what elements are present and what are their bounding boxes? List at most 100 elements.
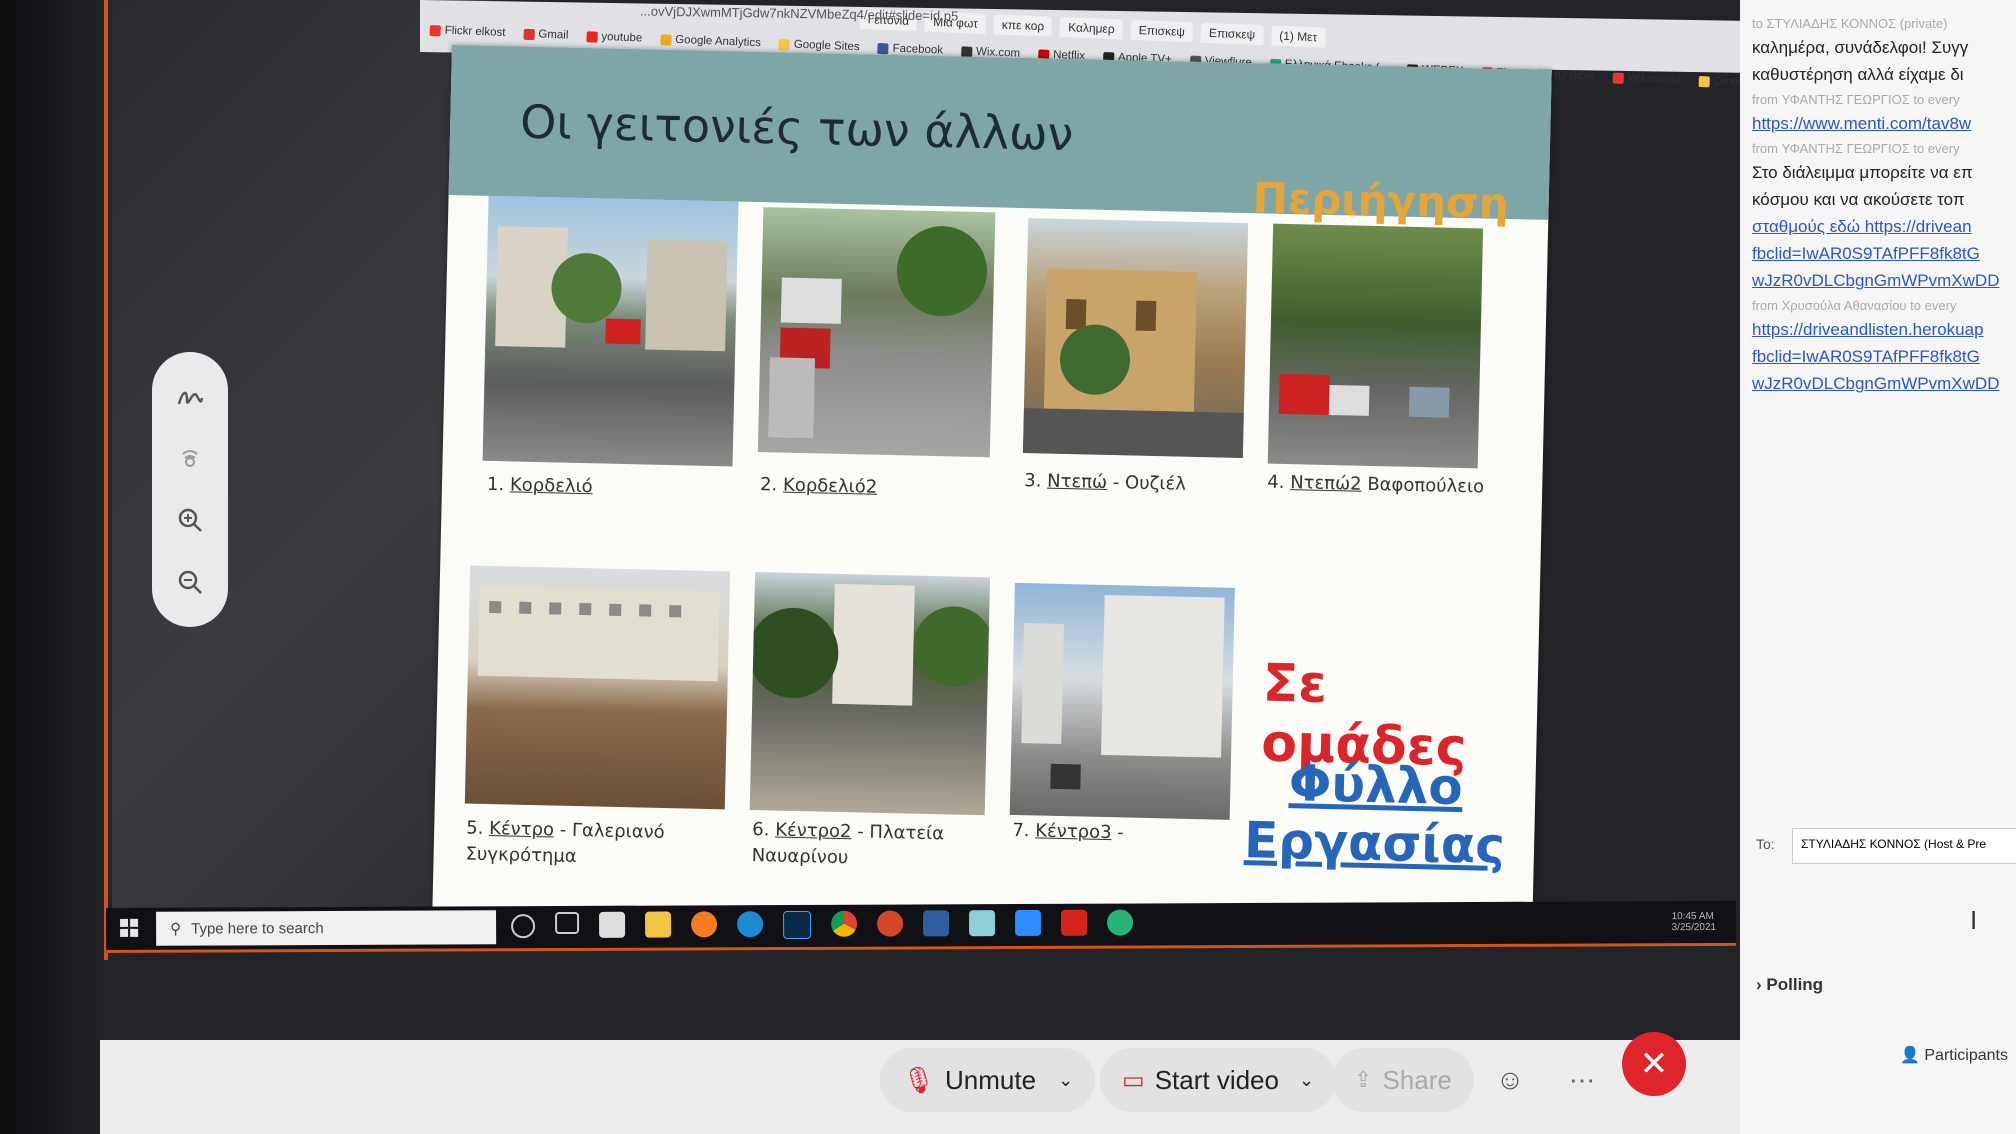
browser-tab[interactable]: (1) Μετ (1270, 25, 1326, 48)
bookmark-icon (877, 42, 889, 54)
webex-icon[interactable] (1107, 909, 1134, 936)
link-kentro[interactable]: Κέντρο (489, 818, 554, 840)
chat-link[interactable]: https://driveandlisten.herokuap (1752, 320, 1984, 340)
share-border (104, 0, 108, 960)
bookmark-icon (960, 45, 973, 58)
bookmark-icon (1698, 75, 1710, 87)
task-view-icon[interactable] (555, 911, 580, 935)
chat-meta: from ΥΦΑΝΤΗΣ ΓΕΩΡΓΙΟΣ to every (1752, 92, 1960, 107)
photo-kordelio2 (757, 207, 996, 458)
pointer-icon[interactable] (172, 441, 208, 477)
close-icon: ✕ (1639, 1045, 1669, 1083)
caption-4: 4. Ντεπώ2 Βαφοπούλειο (1267, 471, 1485, 498)
link-depo2[interactable]: Ντεπώ2 (1290, 472, 1362, 495)
presentation-slide: Οι γειτονιές των άλλων Περιήγηση 1. Κορδ… (432, 45, 1552, 940)
chat-link[interactable]: wJzR0vDLCbgnGmWPvmXwDD (1752, 271, 1999, 291)
photoshop-icon[interactable] (783, 910, 812, 940)
participants-button[interactable]: 👤 Participants (1900, 1045, 2008, 1065)
more-button[interactable]: ⋯ (1550, 1048, 1614, 1112)
browser-tab[interactable]: Επισκεψ (1200, 22, 1264, 46)
photo-galerian (464, 565, 731, 810)
link-kordelio2[interactable]: Κορδελιό2 (783, 475, 878, 498)
photo-kentro3 (1009, 582, 1235, 820)
browser-tab[interactable]: Καλημερ (1059, 16, 1123, 40)
chrome-icon[interactable] (831, 910, 858, 937)
video-off-icon: ▭ (1122, 1066, 1145, 1094)
windows-taskbar: ⚲ Type here to search 10:45 AM 3/25/2021 (106, 900, 1737, 953)
file-explorer-icon[interactable] (645, 911, 672, 938)
to-label: To: (1756, 836, 1775, 852)
zoom-in-icon[interactable] (172, 502, 208, 538)
caption-7: 7. Κέντρο3 - (1012, 819, 1125, 844)
worksheet-link[interactable]: Φύλλο Εργασίας (1244, 753, 1507, 875)
mic-muted-icon: 🎙 (902, 1064, 936, 1095)
notes-icon[interactable] (969, 910, 996, 937)
chat-meta: from ΥΦΑΝΤΗΣ ΓΕΩΡΓΙΟΣ to every (1752, 141, 1960, 156)
firefox-icon[interactable] (691, 911, 718, 938)
link-depo[interactable]: Ντεπώ (1047, 471, 1107, 493)
zoom-out-icon[interactable] (172, 564, 208, 600)
chevron-down-icon[interactable]: ⌄ (1058, 1070, 1073, 1091)
clock: 10:45 AM (1671, 910, 1714, 923)
share-icon: ⇪ (1354, 1067, 1373, 1092)
caption-2: 2. Κορδελιό2 (759, 474, 878, 498)
more-icon: ⋯ (1569, 1064, 1595, 1095)
chat-message: κόσμου και να ακούσετε τοπ (1752, 190, 1965, 209)
end-meeting-button[interactable]: ✕ (1622, 1032, 1686, 1096)
photo-depo (1022, 218, 1249, 459)
search-placeholder: Type here to search (191, 919, 324, 938)
edge-icon[interactable] (737, 911, 764, 938)
photo-navarinou (749, 572, 991, 816)
bookmark-icon (660, 33, 672, 46)
chat-link[interactable]: fbclid=IwAR0S9TAfPFF8fk8tG (1752, 244, 1980, 264)
acrobat-icon[interactable] (1061, 909, 1088, 936)
bookmark-icon (523, 28, 535, 40)
chevron-down-icon[interactable]: ⌄ (1299, 1070, 1314, 1091)
chat-message: καθυστέρηση αλλά είχαμε δι (1752, 65, 1964, 84)
annotation-palette (152, 352, 228, 627)
chat-panel: to ΣΤΥΛΙΑΔΗΣ ΚΟΝΝΟΣ (private) καλημέρα, σ… (1740, 0, 2016, 1134)
link-kordelio[interactable]: Κορδελιό (510, 474, 593, 497)
text-cursor-icon: I (1970, 905, 1978, 935)
bookmark-item[interactable]: Gmail (523, 28, 569, 42)
store-icon[interactable] (599, 911, 626, 938)
reactions-button[interactable]: ☺ (1478, 1048, 1542, 1112)
system-tray: 10:45 AM 3/25/2021 (1672, 911, 1717, 933)
caption-6: 6. Κέντρο2 - Πλατεία Ναυαρίνου (751, 819, 945, 869)
browser-tab[interactable]: κπε κορ (993, 14, 1053, 37)
browser-tab[interactable]: Επισκεψ (1130, 19, 1194, 43)
bookmark-item[interactable]: youtube (586, 30, 643, 45)
photo-depo2 (1267, 223, 1484, 469)
chat-link[interactable]: wJzR0vDLCbgnGmWPvmXwDD (1752, 374, 1999, 394)
chat-message: καλημέρα, συνάδελφοι! Συγγ (1752, 38, 1969, 57)
taskbar-search[interactable]: ⚲ Type here to search (156, 910, 497, 946)
date: 3/25/2021 (1671, 921, 1717, 934)
slide-tagline: Περιήγηση (1252, 173, 1510, 229)
feather-icon[interactable] (923, 910, 950, 937)
search-icon: ⚲ (170, 920, 182, 938)
person-icon: 👤 (1900, 1047, 1920, 1064)
link-kentro2[interactable]: Κέντρο2 (775, 820, 852, 843)
polling-section[interactable]: › Polling (1756, 975, 1823, 995)
bookmark-icon (778, 38, 791, 50)
link-kentro3[interactable]: Κέντρο3 (1035, 820, 1112, 843)
powerpoint-icon[interactable] (877, 910, 904, 937)
cortana-icon[interactable] (511, 914, 536, 939)
caption-5: 5. Κέντρο - Γαλεριανό Συγκρότημα (465, 817, 665, 868)
share-button[interactable]: ⇪ Share (1332, 1048, 1474, 1112)
bookmark-icon (1612, 72, 1624, 84)
unmute-button[interactable]: 🎙 Unmute ⌄ (880, 1048, 1096, 1112)
chat-link[interactable]: https://www.menti.com/tav8w (1752, 114, 1971, 134)
chat-link[interactable]: fbclid=IwAR0S9TAfPFF8fk8tG (1752, 347, 1980, 367)
start-video-button[interactable]: ▭ Start video ⌄ (1100, 1048, 1337, 1112)
chat-meta: from Χρυσούλα Αθανασίου to every (1752, 298, 1957, 313)
zoom-app-icon[interactable] (1015, 909, 1042, 937)
caption-1: 1. Κορδελιό (486, 473, 593, 498)
windows-start-icon[interactable] (120, 918, 139, 937)
chat-link[interactable]: σταθμούς εδώ https://drivean (1752, 217, 1972, 237)
caption-3: 3. Ντεπώ - Ουζιέλ (1024, 470, 1187, 495)
recipient-select[interactable]: ΣΤΥΛΙΑΔΗΣ ΚΟΝΝΟΣ (Host & Pre (1792, 828, 2016, 864)
taskbar-apps (511, 909, 1134, 941)
photo-kordelio (482, 195, 739, 467)
pen-icon[interactable] (172, 379, 208, 415)
